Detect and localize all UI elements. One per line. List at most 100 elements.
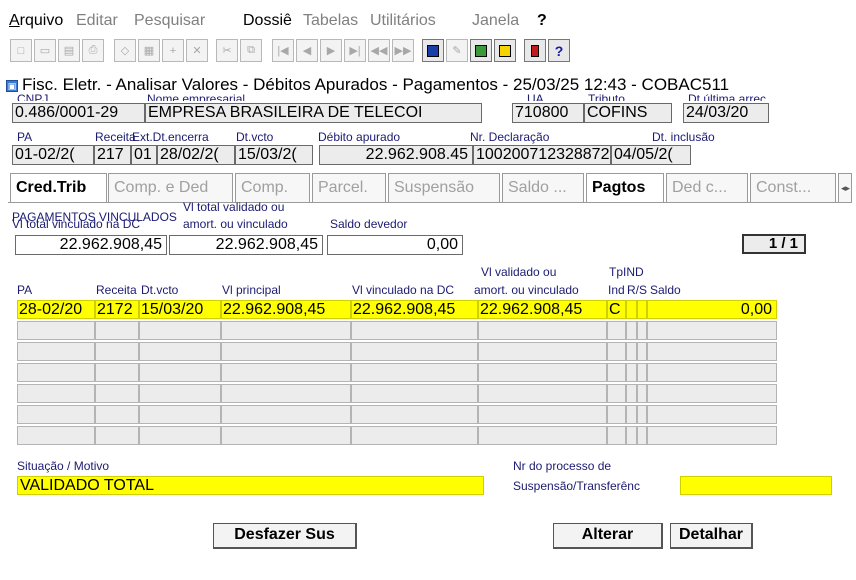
cell-receita[interactable] (95, 384, 139, 403)
cell-rs[interactable] (637, 405, 647, 424)
cell-saldo[interactable] (647, 321, 777, 340)
tab-ded-c[interactable]: Ded c... (666, 173, 748, 203)
vl-total-vinculado-field[interactable]: 22.962.908,45 (15, 235, 167, 255)
cell-vl-principal[interactable] (221, 384, 351, 403)
cell-receita[interactable]: 2172 (95, 300, 139, 319)
cut-icon[interactable]: ✂ (216, 39, 238, 62)
cell-rs[interactable] (637, 426, 647, 445)
dt-inclusao-field[interactable]: 04/05/2( (611, 145, 691, 165)
tributo-field[interactable]: COFINS (584, 103, 672, 123)
cell-vl-validado[interactable] (478, 426, 607, 445)
menu-janela[interactable]: Janela (472, 12, 519, 30)
cell-rs[interactable] (637, 300, 647, 319)
nr-processo-field[interactable] (680, 476, 832, 495)
menu-editar[interactable]: Editar (76, 12, 118, 30)
cell-vl-principal[interactable] (221, 405, 351, 424)
cell-dt-vcto[interactable] (139, 363, 221, 382)
desfazer-suspensao-button[interactable]: Desfazer Sus (213, 523, 357, 549)
cell-tp[interactable]: C (607, 300, 626, 319)
menu-icon[interactable] (494, 39, 516, 62)
cell-ind[interactable] (626, 405, 637, 424)
cell-vl-vinculado[interactable] (351, 384, 478, 403)
cell-dt-vcto[interactable] (139, 342, 221, 361)
alterar-button[interactable]: Alterar (553, 523, 663, 549)
last-record-icon[interactable]: ▶| (344, 39, 366, 62)
cell-rs[interactable] (637, 363, 647, 382)
new-icon[interactable]: □ (10, 39, 32, 62)
cell-rs[interactable] (637, 384, 647, 403)
menu-tabelas[interactable]: Tabelas (303, 12, 358, 30)
cell-vl-vinculado[interactable] (351, 342, 478, 361)
cell-saldo[interactable] (647, 384, 777, 403)
first-record-icon[interactable]: |◀ (272, 39, 294, 62)
cell-dt-vcto[interactable] (139, 405, 221, 424)
previous-block-icon[interactable]: ◀◀ (368, 39, 390, 62)
dt-vcto-field[interactable]: 15/03/2( (235, 145, 313, 165)
debito-apurado-field[interactable]: 22.962.908.45 (319, 145, 473, 165)
nr-declaracao-field[interactable]: 100200712328872 (473, 145, 611, 165)
cell-ind[interactable] (626, 426, 637, 445)
tab-const[interactable]: Const... (750, 173, 836, 203)
cell-dt-vcto[interactable] (139, 426, 221, 445)
cell-tp[interactable] (607, 321, 626, 340)
cell-ind[interactable] (626, 342, 637, 361)
next-block-icon[interactable]: ▶▶ (392, 39, 414, 62)
cell-tp[interactable] (607, 342, 626, 361)
receita-field[interactable]: 217 (94, 145, 131, 165)
cell-vl-vinculado[interactable] (351, 426, 478, 445)
cell-pa[interactable] (17, 342, 95, 361)
copy-icon[interactable]: ⧉ (240, 39, 262, 62)
exit-icon[interactable] (524, 39, 546, 62)
cell-tp[interactable] (607, 426, 626, 445)
cell-saldo[interactable]: 0,00 (647, 300, 777, 319)
help-icon[interactable]: ? (548, 39, 570, 62)
cell-ind[interactable] (626, 321, 637, 340)
save-icon[interactable]: ▤ (58, 39, 80, 62)
tab-pagtos[interactable]: Pagtos (586, 173, 664, 203)
cell-tp[interactable] (607, 384, 626, 403)
cell-vl-principal[interactable] (221, 426, 351, 445)
cell-dt-vcto[interactable] (139, 321, 221, 340)
menu-utilitarios[interactable]: Utilitários (370, 12, 436, 30)
delete-record-icon[interactable]: ✕ (186, 39, 208, 62)
situacao-motivo-field[interactable]: VALIDADO TOTAL (17, 476, 484, 495)
open-icon[interactable]: ▭ (34, 39, 56, 62)
detalhar-button[interactable]: Detalhar (670, 523, 753, 549)
cell-vl-principal[interactable] (221, 342, 351, 361)
cell-vl-vinculado[interactable]: 22.962.908,45 (351, 300, 478, 319)
insert-record-icon[interactable]: + (162, 39, 184, 62)
cell-vl-vinculado[interactable] (351, 405, 478, 424)
cell-pa[interactable] (17, 405, 95, 424)
cell-ind[interactable] (626, 363, 637, 382)
cell-saldo[interactable] (647, 405, 777, 424)
cell-vl-vinculado[interactable] (351, 363, 478, 382)
cell-receita[interactable] (95, 426, 139, 445)
cell-rs[interactable] (637, 342, 647, 361)
cell-receita[interactable] (95, 342, 139, 361)
saldo-devedor-field[interactable]: 0,00 (327, 235, 463, 255)
cell-tp[interactable] (607, 363, 626, 382)
cell-pa[interactable] (17, 321, 95, 340)
tab-scroll-right-icon[interactable]: ◂▸ (838, 173, 852, 203)
cell-saldo[interactable] (647, 363, 777, 382)
tab-comp-e-ded[interactable]: Comp. e Ded (108, 173, 233, 203)
tab-comp[interactable]: Comp. (235, 173, 310, 203)
cell-pa[interactable] (17, 363, 95, 382)
cell-vl-principal[interactable] (221, 363, 351, 382)
tab-saldo[interactable]: Saldo ... (502, 173, 584, 203)
next-record-icon[interactable]: ▶ (320, 39, 342, 62)
cnpj-field[interactable]: 0.486/0001-29 (12, 103, 145, 123)
dt-ultima-arrec-field[interactable]: 24/03/20 (683, 103, 769, 123)
cell-pa[interactable] (17, 426, 95, 445)
cell-vl-principal[interactable]: 22.962.908,45 (221, 300, 351, 319)
cell-vl-validado[interactable]: 22.962.908,45 (478, 300, 607, 319)
cell-vl-validado[interactable] (478, 384, 607, 403)
execute-query-icon[interactable]: ▦ (138, 39, 160, 62)
cell-vl-validado[interactable] (478, 342, 607, 361)
cell-dt-vcto[interactable]: 15/03/20 (139, 300, 221, 319)
edit-icon[interactable]: ✎ (446, 39, 468, 62)
menu-dossie[interactable]: Dossiê (243, 12, 292, 30)
pa-field[interactable]: 01-02/2( (12, 145, 94, 165)
cell-dt-vcto[interactable] (139, 384, 221, 403)
previous-record-icon[interactable]: ◀ (296, 39, 318, 62)
